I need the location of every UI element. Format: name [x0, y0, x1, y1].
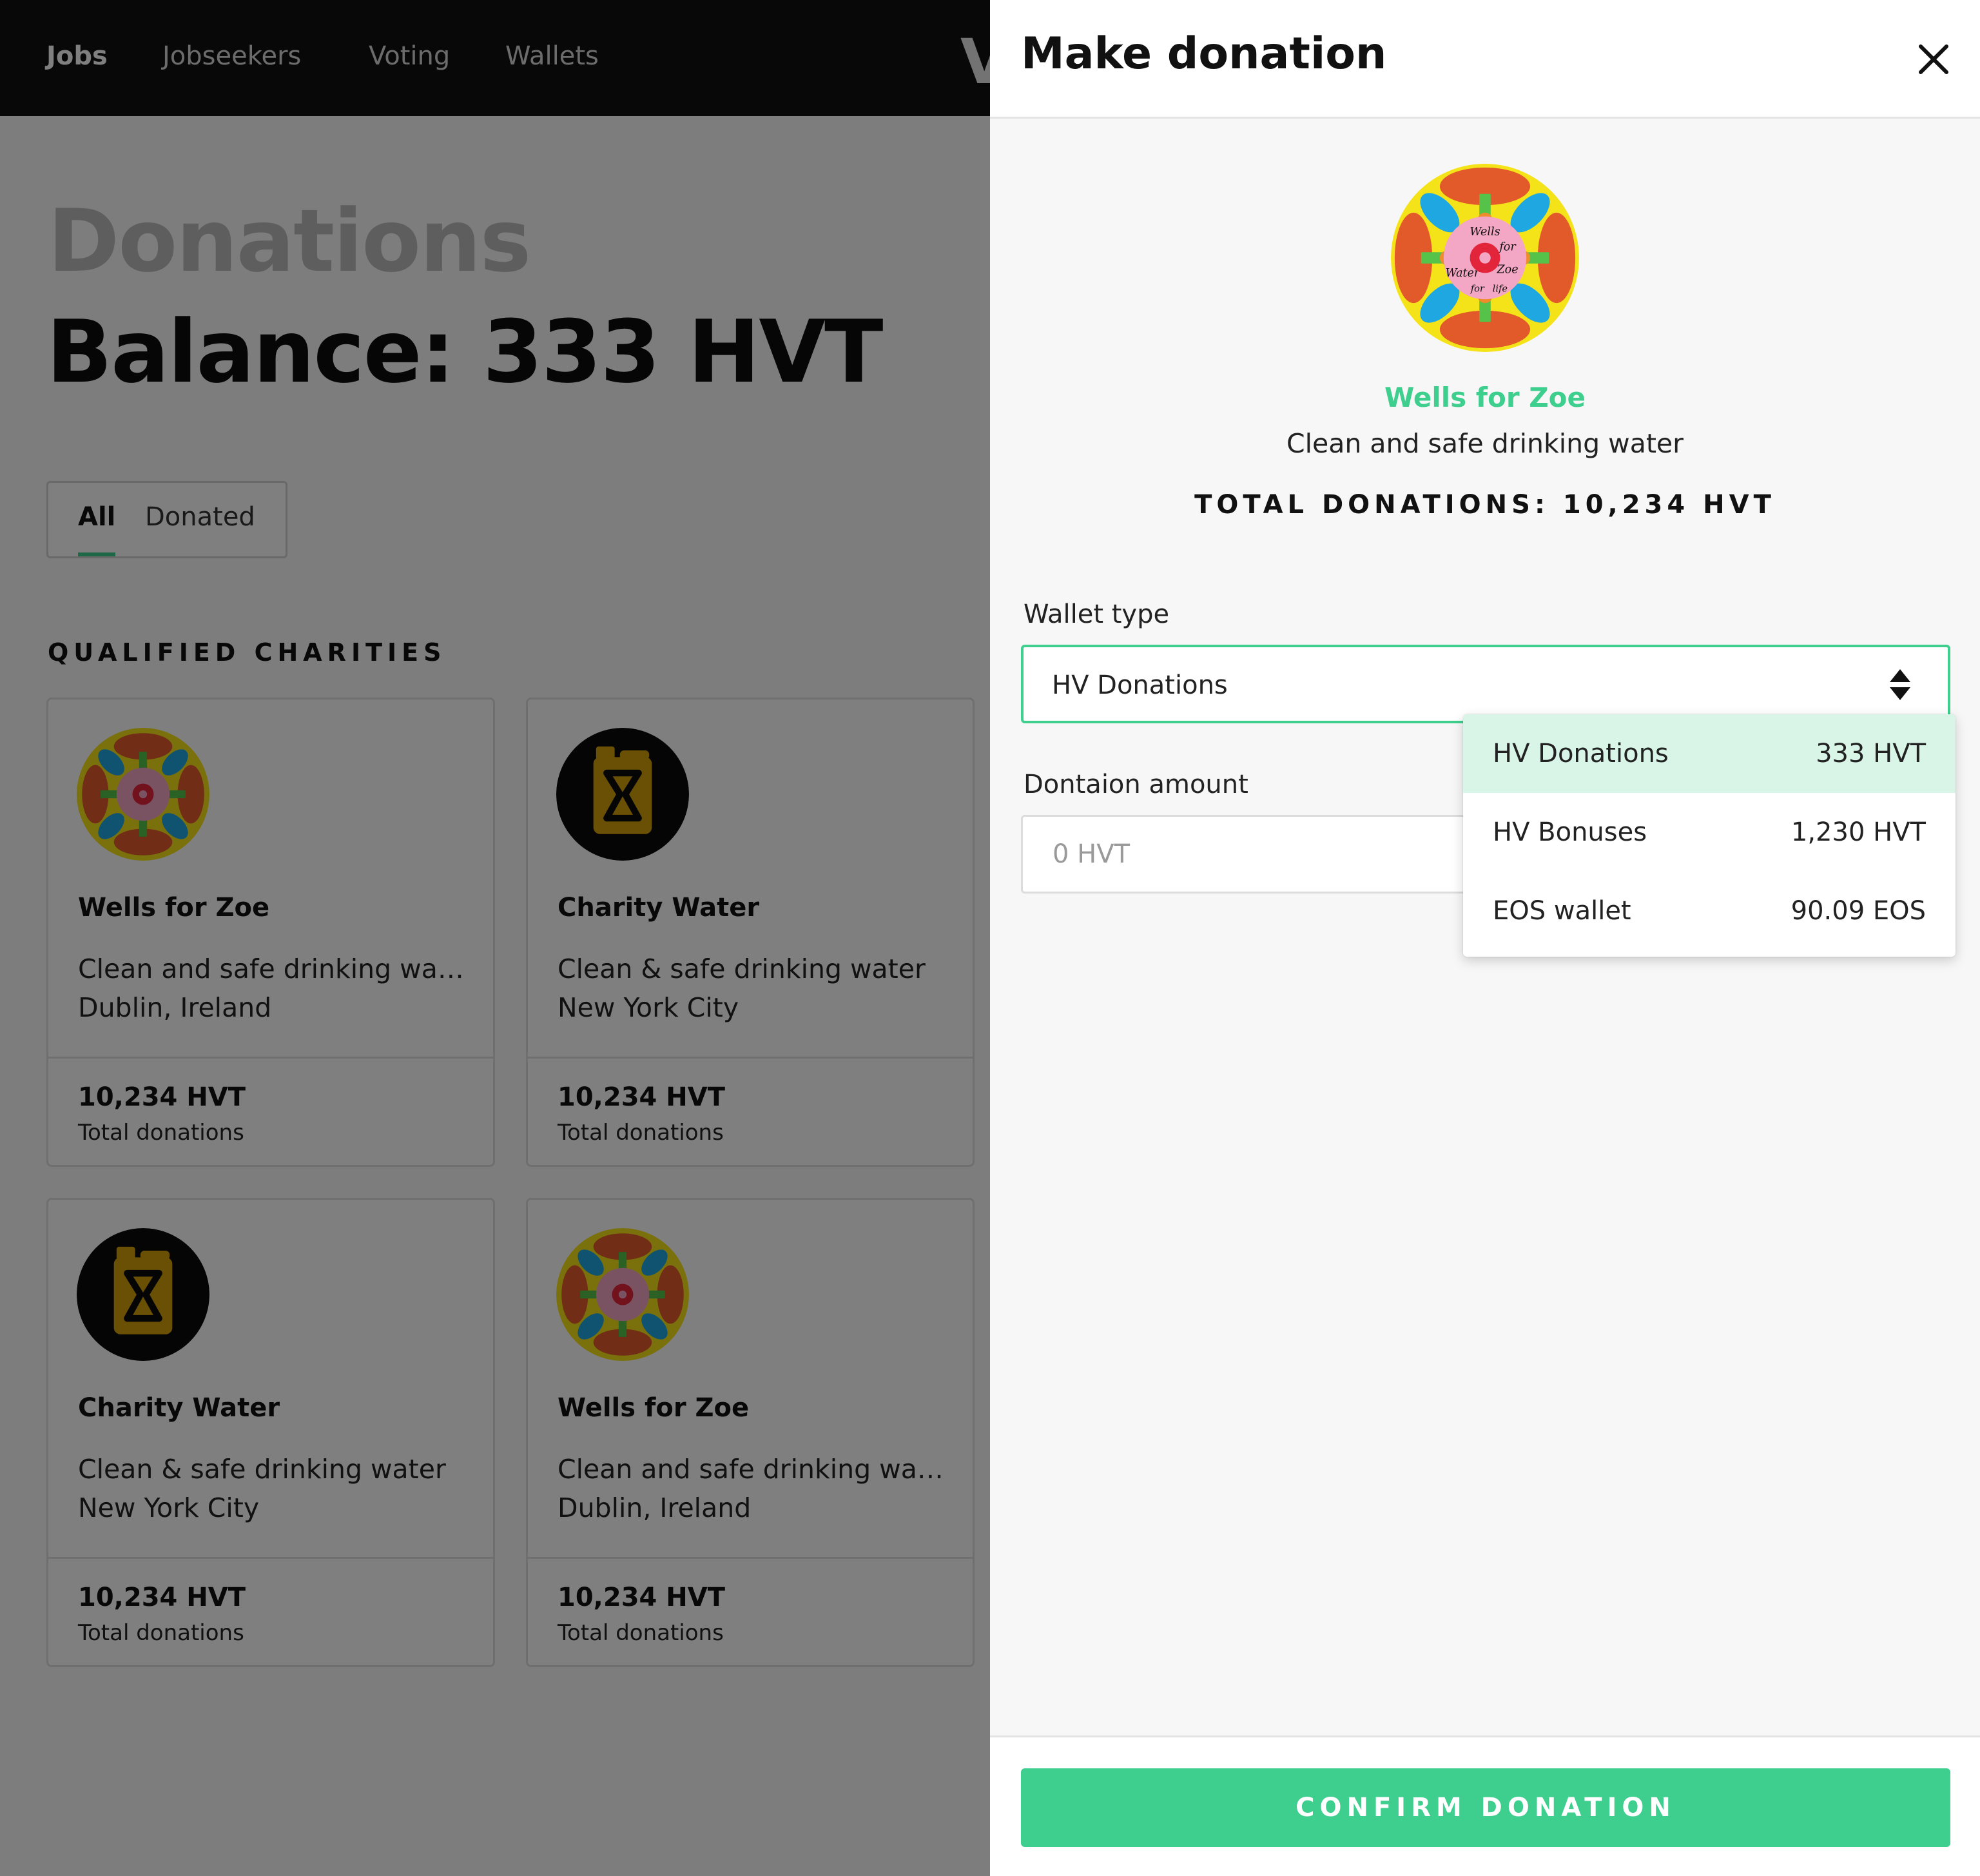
selected-charity-total: TOTAL DONATIONS: 10,234 HVT	[1194, 490, 1776, 520]
donation-amount-label: Dontaion amount	[1024, 770, 1248, 799]
wallet-dropdown-menu: HV Donations 333 HVT HV Bonuses 1,230 HV…	[1463, 714, 1956, 957]
wallet-option-hv-donations[interactable]: HV Donations 333 HVT	[1463, 714, 1956, 793]
wallet-type-label: Wallet type	[1024, 600, 1170, 629]
close-button[interactable]	[1905, 31, 1962, 88]
wallet-option-eos-wallet[interactable]: EOS wallet 90.09 EOS	[1463, 872, 1956, 950]
panel-header: Make donation	[990, 0, 1980, 119]
logo-script-text: Wells	[1470, 226, 1500, 239]
svg-text:life: life	[1493, 284, 1508, 295]
wallet-option-balance: 90.09 EOS	[1791, 896, 1926, 926]
panel-title: Make donation	[1021, 28, 1387, 79]
confirm-donation-button[interactable]: CONFIRM DONATION	[1021, 1768, 1950, 1847]
wallet-type-select[interactable]: HV Donations	[1021, 645, 1950, 723]
wallet-option-name: HV Donations	[1493, 739, 1669, 768]
selected-charity-description: Clean and safe drinking water	[1286, 428, 1684, 459]
close-icon	[1919, 44, 1948, 74]
sort-arrows-icon	[1890, 669, 1910, 700]
wallet-option-balance: 333 HVT	[1816, 739, 1926, 768]
selected-charity-name: Wells for Zoe	[1384, 382, 1586, 413]
wallet-option-hv-bonuses[interactable]: HV Bonuses 1,230 HVT	[1463, 793, 1956, 872]
svg-text:Zoe: Zoe	[1496, 263, 1518, 276]
wells-for-zoe-logo-icon: Wells for Zoe Water for life	[1391, 164, 1579, 352]
wallet-option-balance: 1,230 HVT	[1791, 817, 1926, 847]
svg-text:for: for	[1498, 240, 1517, 253]
wallet-option-name: HV Bonuses	[1493, 817, 1647, 847]
make-donation-panel: Make donation Wells for Zoe Water for li…	[990, 0, 1980, 1876]
modal-backdrop[interactable]	[0, 0, 990, 1876]
panel-footer: CONFIRM DONATION	[990, 1735, 1980, 1876]
svg-text:for: for	[1470, 284, 1485, 295]
wallet-select-value: HV Donations	[1052, 670, 1228, 700]
wallet-option-name: EOS wallet	[1493, 896, 1631, 926]
